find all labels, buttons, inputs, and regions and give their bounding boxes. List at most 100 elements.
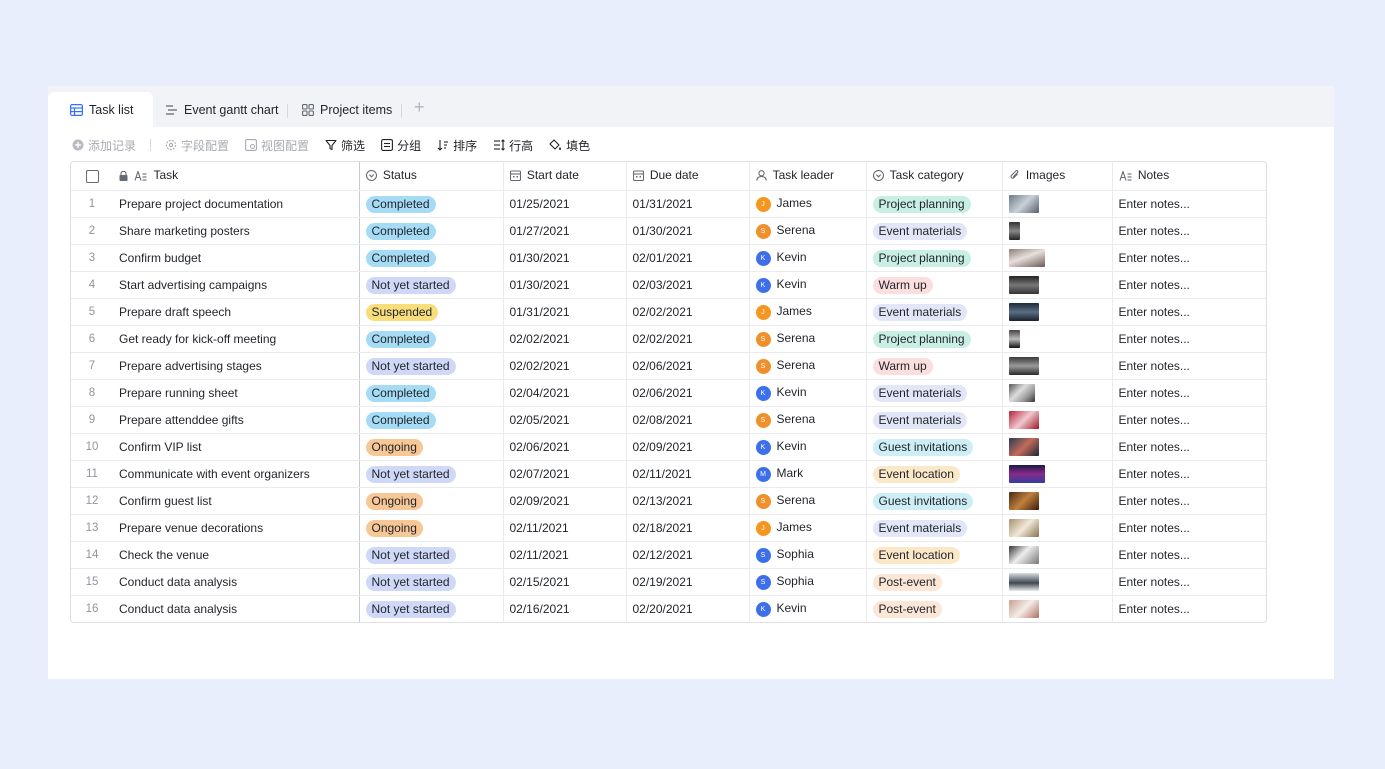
task-category-cell[interactable]: Project planning	[866, 325, 1003, 353]
images-cell[interactable]	[1002, 352, 1113, 380]
status-cell[interactable]: Ongoing	[359, 514, 504, 542]
task-cell[interactable]: Get ready for kick-off meeting	[113, 325, 360, 353]
status-cell[interactable]: Completed	[359, 325, 504, 353]
column-header-task-leader[interactable]: Task leader	[749, 162, 867, 191]
table-row[interactable]: 13 Prepare venue decorations Ongoing 02/…	[71, 514, 1266, 542]
table-row[interactable]: 4 Start advertising campaigns Not yet st…	[71, 271, 1266, 299]
images-cell[interactable]	[1002, 298, 1113, 326]
task-category-cell[interactable]: Event location	[866, 460, 1003, 488]
notes-cell[interactable]: Enter notes...	[1112, 271, 1266, 299]
start-date-cell[interactable]: 02/06/2021	[503, 433, 627, 461]
due-date-cell[interactable]: 02/06/2021	[626, 379, 750, 407]
task-leader-cell[interactable]: J James	[749, 298, 867, 326]
task-cell[interactable]: Check the venue	[113, 541, 360, 569]
images-cell[interactable]	[1002, 433, 1113, 461]
task-category-cell[interactable]: Project planning	[866, 190, 1003, 218]
image-thumbnail[interactable]	[1008, 573, 1039, 591]
images-cell[interactable]	[1002, 568, 1113, 596]
task-leader-cell[interactable]: K Kevin	[749, 379, 867, 407]
due-date-cell[interactable]: 02/02/2021	[626, 325, 750, 353]
table-row[interactable]: 8 Prepare running sheet Completed 02/04/…	[71, 379, 1266, 407]
column-header-due-date[interactable]: Due date	[626, 162, 750, 191]
column-header-notes[interactable]: Notes	[1112, 162, 1266, 191]
due-date-cell[interactable]: 01/30/2021	[626, 217, 750, 245]
task-cell[interactable]: Prepare advertising stages	[113, 352, 360, 380]
table-row[interactable]: 16 Conduct data analysis Not yet started…	[71, 595, 1266, 623]
task-category-cell[interactable]: Project planning	[866, 244, 1003, 272]
start-date-cell[interactable]: 02/09/2021	[503, 487, 627, 515]
task-leader-cell[interactable]: S Serena	[749, 487, 867, 515]
start-date-cell[interactable]: 01/25/2021	[503, 190, 627, 218]
task-leader-cell[interactable]: S Sophia	[749, 568, 867, 596]
status-cell[interactable]: Not yet started	[359, 595, 504, 622]
start-date-cell[interactable]: 02/11/2021	[503, 541, 627, 569]
notes-cell[interactable]: Enter notes...	[1112, 541, 1266, 569]
image-thumbnail[interactable]	[1008, 357, 1039, 375]
task-leader-cell[interactable]: S Serena	[749, 352, 867, 380]
table-row[interactable]: 10 Confirm VIP list Ongoing 02/06/2021 0…	[71, 433, 1266, 461]
task-leader-cell[interactable]: S Serena	[749, 325, 867, 353]
notes-cell[interactable]: Enter notes...	[1112, 460, 1266, 488]
image-thumbnail[interactable]	[1008, 411, 1039, 429]
notes-cell[interactable]: Enter notes...	[1112, 379, 1266, 407]
task-category-cell[interactable]: Event materials	[866, 514, 1003, 542]
notes-cell[interactable]: Enter notes...	[1112, 568, 1266, 596]
task-leader-cell[interactable]: J James	[749, 190, 867, 218]
fill-color-button[interactable]: 填色	[549, 137, 590, 154]
status-cell[interactable]: Completed	[359, 244, 504, 272]
due-date-cell[interactable]: 02/08/2021	[626, 406, 750, 434]
image-thumbnail[interactable]	[1008, 303, 1039, 321]
task-category-cell[interactable]: Event materials	[866, 298, 1003, 326]
task-leader-cell[interactable]: S Serena	[749, 217, 867, 245]
notes-cell[interactable]: Enter notes...	[1112, 514, 1266, 542]
images-cell[interactable]	[1002, 271, 1113, 299]
image-thumbnail[interactable]	[1008, 438, 1039, 456]
due-date-cell[interactable]: 02/20/2021	[626, 595, 750, 622]
task-leader-cell[interactable]: S Sophia	[749, 541, 867, 569]
task-cell[interactable]: Prepare project documentation	[113, 190, 360, 218]
task-leader-cell[interactable]: J James	[749, 514, 867, 542]
tab-project-items[interactable]: Project items	[302, 92, 392, 127]
table-row[interactable]: 14 Check the venue Not yet started 02/11…	[71, 541, 1266, 569]
task-category-cell[interactable]: Post-event	[866, 595, 1003, 622]
images-cell[interactable]	[1002, 487, 1113, 515]
task-cell[interactable]: Prepare attenddee gifts	[113, 406, 360, 434]
table-row[interactable]: 5 Prepare draft speech Suspended 01/31/2…	[71, 298, 1266, 326]
start-date-cell[interactable]: 02/15/2021	[503, 568, 627, 596]
status-cell[interactable]: Completed	[359, 217, 504, 245]
status-cell[interactable]: Not yet started	[359, 568, 504, 596]
notes-cell[interactable]: Enter notes...	[1112, 596, 1266, 623]
table-row[interactable]: 11 Communicate with event organizers Not…	[71, 460, 1266, 488]
due-date-cell[interactable]: 02/13/2021	[626, 487, 750, 515]
view-config-button[interactable]: 视图配置	[245, 137, 309, 154]
images-cell[interactable]	[1002, 217, 1113, 245]
task-leader-cell[interactable]: K Kevin	[749, 595, 867, 622]
table-row[interactable]: 15 Conduct data analysis Not yet started…	[71, 568, 1266, 596]
images-cell[interactable]	[1002, 244, 1113, 272]
status-cell[interactable]: Completed	[359, 190, 504, 218]
notes-cell[interactable]: Enter notes...	[1112, 298, 1266, 326]
task-cell[interactable]: Start advertising campaigns	[113, 271, 360, 299]
column-header-task-category[interactable]: Task category	[866, 162, 1003, 191]
add-view-icon[interactable]: +	[414, 97, 425, 118]
status-cell[interactable]: Not yet started	[359, 271, 504, 299]
task-cell[interactable]: Confirm VIP list	[113, 433, 360, 461]
start-date-cell[interactable]: 02/02/2021	[503, 325, 627, 353]
due-date-cell[interactable]: 02/12/2021	[626, 541, 750, 569]
image-thumbnail[interactable]	[1008, 330, 1020, 348]
task-category-cell[interactable]: Event materials	[866, 406, 1003, 434]
due-date-cell[interactable]: 02/01/2021	[626, 244, 750, 272]
task-cell[interactable]: Prepare draft speech	[113, 298, 360, 326]
task-cell[interactable]: Confirm guest list	[113, 487, 360, 515]
status-cell[interactable]: Completed	[359, 406, 504, 434]
select-all-checkbox[interactable]	[71, 162, 113, 191]
status-cell[interactable]: Not yet started	[359, 460, 504, 488]
due-date-cell[interactable]: 02/02/2021	[626, 298, 750, 326]
status-cell[interactable]: Ongoing	[359, 433, 504, 461]
table-row[interactable]: 2 Share marketing posters Completed 01/2…	[71, 217, 1266, 245]
due-date-cell[interactable]: 02/06/2021	[626, 352, 750, 380]
images-cell[interactable]	[1002, 406, 1113, 434]
table-row[interactable]: 1 Prepare project documentation Complete…	[71, 190, 1266, 218]
task-cell[interactable]: Share marketing posters	[113, 217, 360, 245]
tab-task-list[interactable]: Task list	[48, 92, 154, 127]
